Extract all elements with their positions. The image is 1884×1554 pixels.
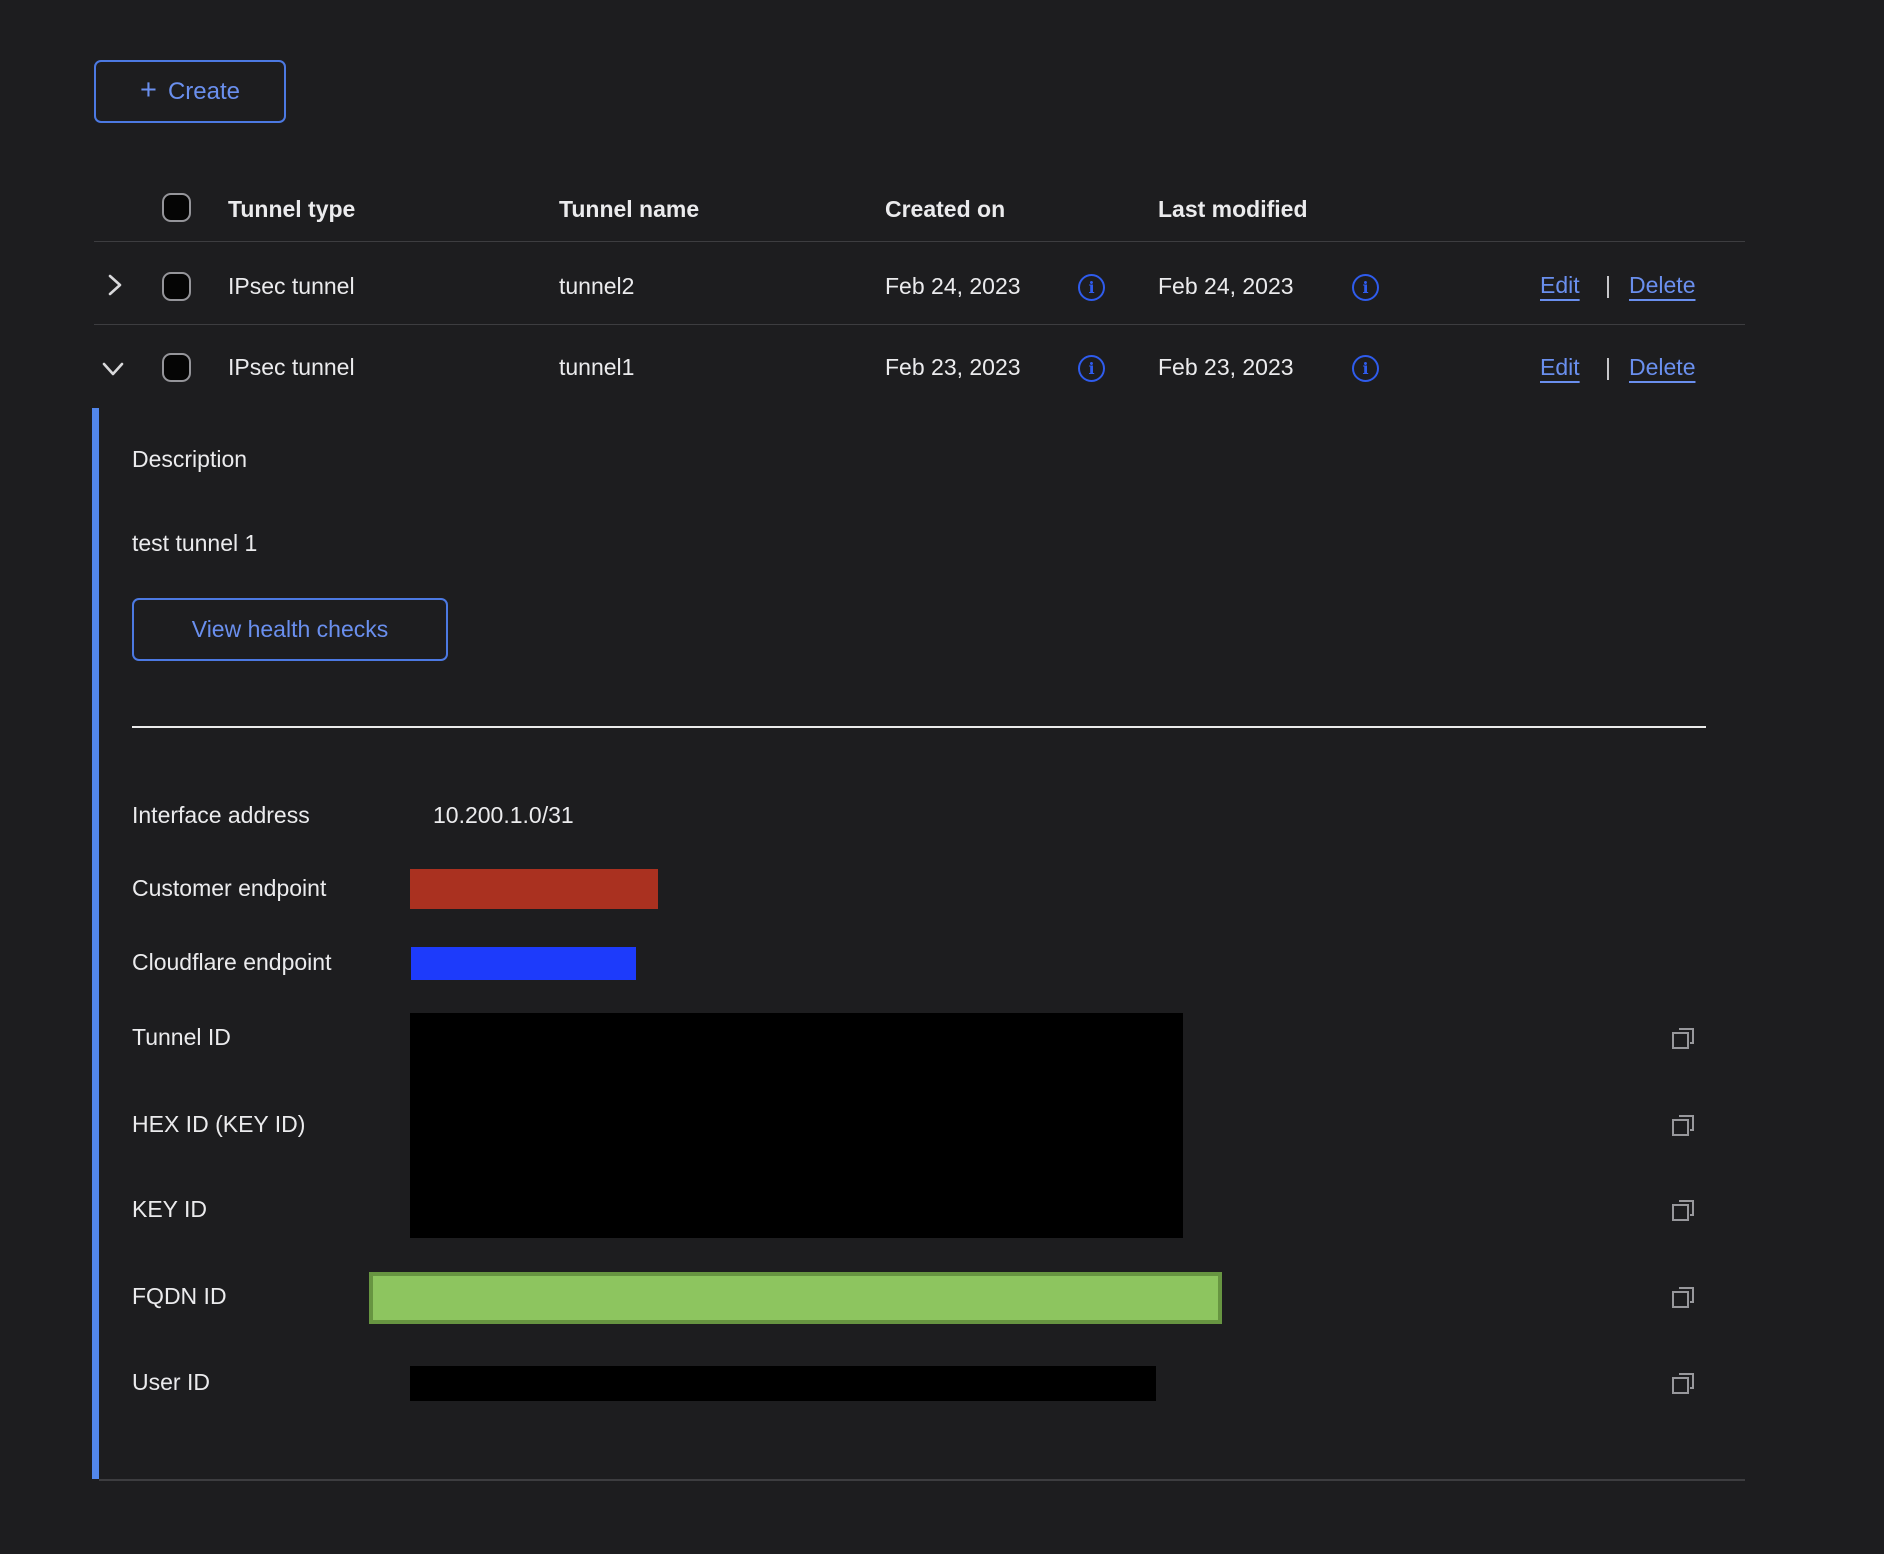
- cloudflare-endpoint-label: Cloudflare endpoint: [132, 949, 331, 976]
- copy-icon[interactable]: [1668, 1368, 1698, 1398]
- create-button[interactable]: + Create: [94, 60, 286, 123]
- row-divider: [94, 324, 1745, 325]
- created-on-cell: Feb 23, 2023: [885, 354, 1021, 381]
- link-separator: |: [1605, 354, 1611, 381]
- column-header-created-on: Created on: [885, 196, 1005, 223]
- edit-link[interactable]: Edit: [1540, 272, 1580, 299]
- tunnel-name-cell: tunnel1: [559, 354, 634, 381]
- copy-icon[interactable]: [1668, 1110, 1698, 1140]
- tunnel-type-cell: IPsec tunnel: [228, 273, 355, 300]
- customer-endpoint-label: Customer endpoint: [132, 875, 326, 902]
- select-row-checkbox[interactable]: [162, 353, 191, 382]
- last-modified-cell: Feb 24, 2023: [1158, 273, 1294, 300]
- created-on-cell: Feb 24, 2023: [885, 273, 1021, 300]
- user-id-redacted-value: [410, 1366, 1156, 1401]
- customer-endpoint-redacted-value: [410, 869, 658, 909]
- select-all-checkbox[interactable]: [162, 193, 191, 222]
- link-separator: |: [1605, 272, 1611, 299]
- interface-address-label: Interface address: [132, 802, 310, 829]
- hex-id-label: HEX ID (KEY ID): [132, 1111, 305, 1138]
- view-health-checks-button[interactable]: View health checks: [132, 598, 448, 661]
- select-row-checkbox[interactable]: [162, 272, 191, 301]
- ids-redacted-value: [410, 1013, 1183, 1238]
- column-header-tunnel-type: Tunnel type: [228, 196, 355, 223]
- fqdn-id-label: FQDN ID: [132, 1283, 227, 1310]
- table-bottom-divider: [99, 1479, 1745, 1481]
- header-divider: [94, 241, 1745, 242]
- copy-icon[interactable]: [1668, 1282, 1698, 1312]
- info-icon[interactable]: i: [1352, 355, 1379, 382]
- key-id-label: KEY ID: [132, 1196, 207, 1223]
- fqdn-id-redacted-value: [369, 1272, 1222, 1324]
- info-icon[interactable]: i: [1078, 355, 1105, 382]
- plus-icon: +: [140, 76, 157, 105]
- cloudflare-endpoint-redacted-value: [411, 947, 636, 980]
- chevron-right-icon[interactable]: [100, 271, 128, 302]
- panel-divider: [132, 726, 1706, 728]
- info-icon[interactable]: i: [1352, 274, 1379, 301]
- description-value: test tunnel 1: [132, 530, 257, 557]
- description-label: Description: [132, 446, 247, 473]
- delete-link[interactable]: Delete: [1629, 272, 1695, 299]
- tunnel-id-label: Tunnel ID: [132, 1024, 231, 1051]
- expanded-row-indicator-bar: [92, 408, 99, 1479]
- user-id-label: User ID: [132, 1369, 210, 1396]
- copy-icon[interactable]: [1668, 1195, 1698, 1225]
- tunnel-name-cell: tunnel2: [559, 273, 634, 300]
- tunnels-page: + Create Tunnel type Tunnel name Created…: [0, 0, 1884, 1554]
- column-header-last-modified: Last modified: [1158, 196, 1308, 223]
- edit-link[interactable]: Edit: [1540, 354, 1580, 381]
- copy-icon[interactable]: [1668, 1023, 1698, 1053]
- delete-link[interactable]: Delete: [1629, 354, 1695, 381]
- view-health-checks-label: View health checks: [192, 616, 388, 643]
- tunnel-type-cell: IPsec tunnel: [228, 354, 355, 381]
- create-button-label: Create: [168, 78, 240, 106]
- interface-address-value: 10.200.1.0/31: [433, 802, 574, 829]
- column-header-tunnel-name: Tunnel name: [559, 196, 699, 223]
- info-icon[interactable]: i: [1078, 274, 1105, 301]
- chevron-down-icon[interactable]: [98, 353, 128, 386]
- last-modified-cell: Feb 23, 2023: [1158, 354, 1294, 381]
